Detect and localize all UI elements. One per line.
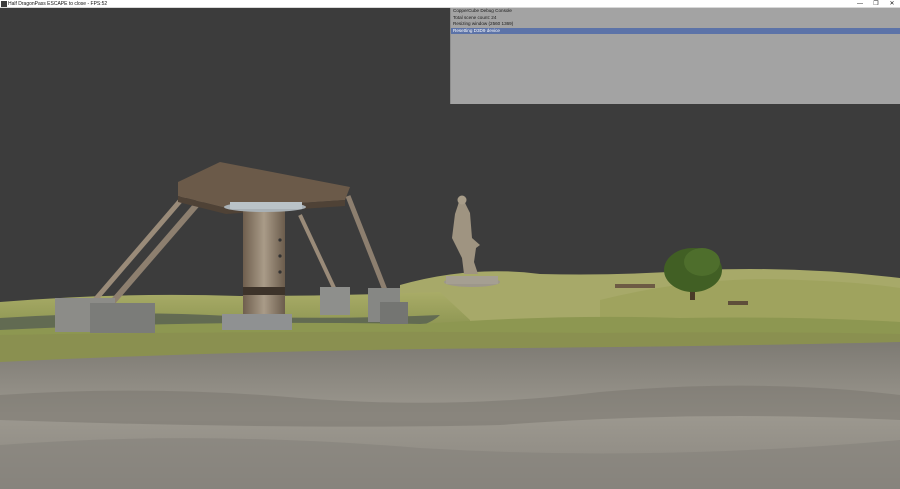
app-icon <box>1 1 7 7</box>
post-bolt <box>278 238 282 242</box>
stone-pillar <box>380 302 408 324</box>
post-base <box>222 314 292 330</box>
tree-canopy <box>684 248 720 276</box>
statue-plinth <box>446 276 498 284</box>
window-title: Half DragonPass ESCAPE to close - FPS:52 <box>8 1 108 7</box>
title-bar: Half DragonPass ESCAPE to close - FPS:52… <box>0 0 900 8</box>
maximize-icon[interactable]: ❐ <box>868 0 884 8</box>
post-bolt <box>278 270 282 274</box>
central-post <box>243 208 285 316</box>
console-line-selected[interactable]: Resetting D3D9 device <box>451 27 900 34</box>
statue-head <box>457 195 467 205</box>
stone-pillar <box>320 287 350 315</box>
debug-console[interactable]: CopperCube Debug Console Total scene cou… <box>450 8 900 104</box>
stone-block <box>90 303 155 333</box>
close-icon[interactable]: ✕ <box>884 0 900 8</box>
minimize-icon[interactable]: — <box>852 0 868 8</box>
post-bolt <box>278 254 282 258</box>
fence <box>728 301 748 305</box>
fence <box>615 284 655 288</box>
post-band <box>243 287 285 295</box>
post-cap <box>230 202 302 209</box>
